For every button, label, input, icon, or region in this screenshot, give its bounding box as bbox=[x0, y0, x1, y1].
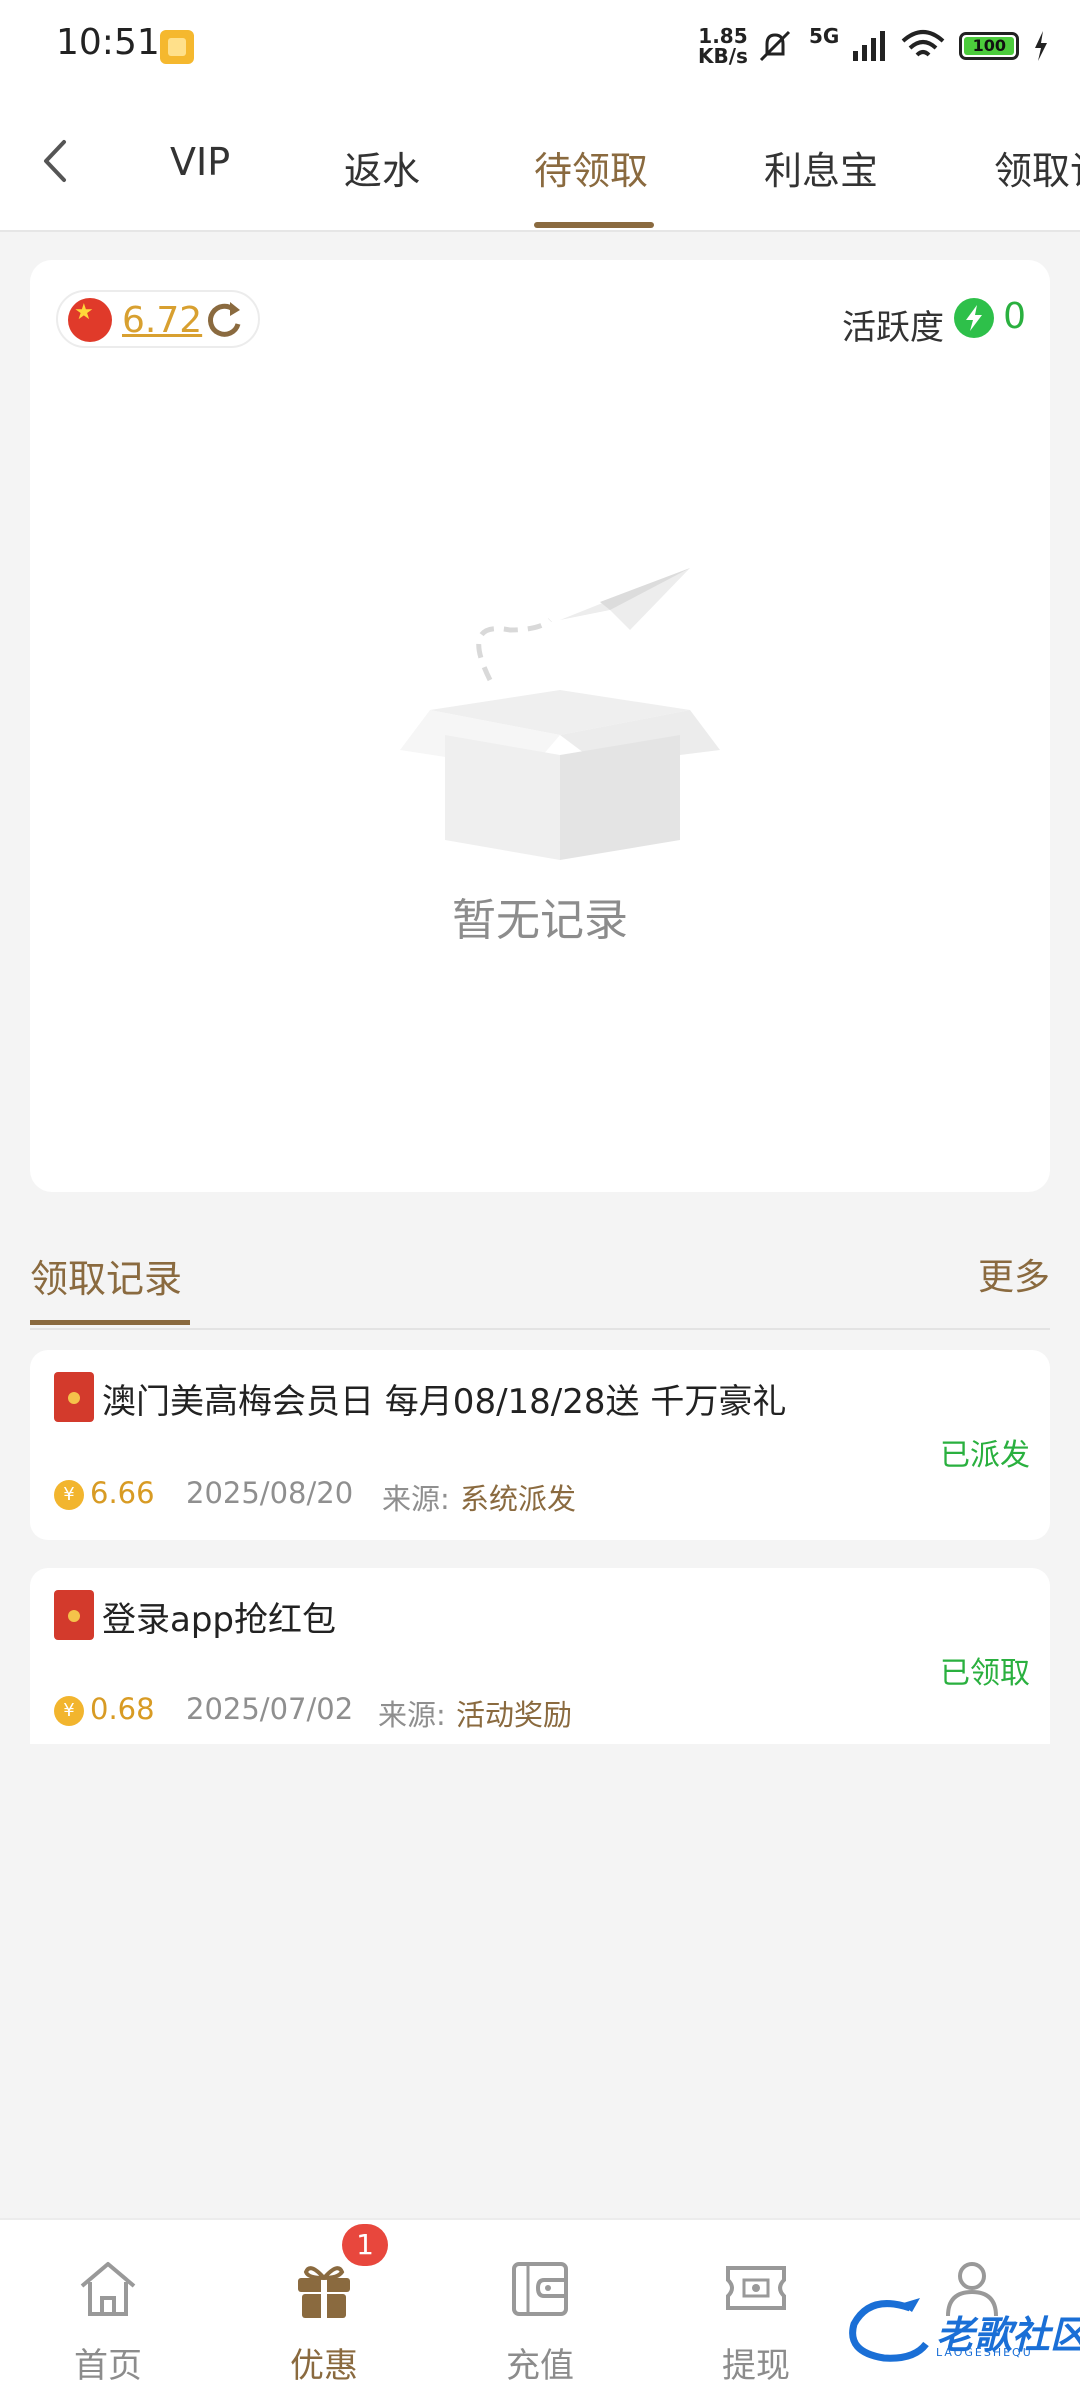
record-source: 活动奖励 bbox=[456, 1698, 573, 1732]
tab-pending[interactable]: 待领取 bbox=[534, 140, 648, 195]
nav-withdraw[interactable]: 提现 bbox=[648, 2220, 864, 2402]
record-source-label: 来源: bbox=[378, 1698, 446, 1732]
activity-label: 活跃度 bbox=[842, 308, 944, 348]
balance-pill[interactable]: 6.72 bbox=[56, 290, 260, 348]
refresh-icon[interactable] bbox=[202, 298, 246, 342]
china-flag-icon bbox=[68, 298, 112, 342]
home-icon bbox=[80, 2262, 136, 2316]
coin-icon: ¥ bbox=[54, 1696, 84, 1726]
pending-card: 6.72 活跃度 0 暂无记录 bbox=[30, 260, 1050, 1192]
active-tab-indicator bbox=[534, 222, 654, 228]
red-envelope-icon bbox=[54, 1590, 94, 1640]
record-title: 登录app抢红包 bbox=[102, 1600, 336, 1640]
tab-vip[interactable]: VIP bbox=[170, 140, 230, 184]
red-envelope-icon bbox=[54, 1372, 94, 1422]
battery-icon: 100 bbox=[959, 32, 1020, 60]
record-date: 2025/07/02 bbox=[186, 1692, 354, 1726]
wifi-icon bbox=[902, 30, 945, 57]
status-bar: 10:51 1.85 KB/s 5G 100 bbox=[0, 0, 1080, 96]
record-title: 澳门美高梅会员日 每月08/18/28送 千万豪礼 bbox=[102, 1382, 787, 1422]
records-title[interactable]: 领取记录 bbox=[30, 1248, 182, 1303]
gift-icon bbox=[298, 2266, 350, 2318]
coin-icon: ¥ bbox=[54, 1480, 84, 1510]
records-divider bbox=[30, 1328, 1050, 1330]
tab-claim-records[interactable]: 领取记录 bbox=[994, 140, 1080, 195]
record-item[interactable]: 登录app抢红包 已领取 ¥ 0.68 2025/07/02 来源: 活动奖励 bbox=[30, 1568, 1050, 1744]
record-date: 2025/08/20 bbox=[186, 1476, 354, 1510]
signal-icon bbox=[853, 31, 886, 61]
status-icons: 5G 100 bbox=[755, 24, 1049, 68]
record-status: 已领取 bbox=[940, 1656, 1030, 1691]
record-status: 已派发 bbox=[940, 1438, 1030, 1473]
record-source: 系统派发 bbox=[460, 1482, 577, 1516]
cash-icon bbox=[726, 2266, 786, 2310]
record-source-label: 来源: bbox=[382, 1482, 450, 1516]
tab-interest[interactable]: 利息宝 bbox=[764, 140, 878, 195]
status-time: 10:51 bbox=[56, 22, 160, 63]
wallet-icon bbox=[512, 2262, 568, 2316]
nav-promotions[interactable]: 1 优惠 bbox=[216, 2220, 432, 2402]
more-link[interactable]: 更多 bbox=[978, 1248, 1050, 1300]
nav-deposit[interactable]: 充值 bbox=[432, 2220, 648, 2402]
activity-value: 0 bbox=[1003, 296, 1026, 337]
record-amount: 6.66 bbox=[90, 1476, 155, 1510]
dragon-logo-icon bbox=[849, 2298, 929, 2362]
record-item[interactable]: 澳门美高梅会员日 每月08/18/28送 千万豪礼 已派发 ¥ 6.66 202… bbox=[30, 1350, 1050, 1540]
tab-rebate[interactable]: 返水 bbox=[344, 140, 420, 195]
top-tab-bar: VIP 返水 待领取 利息宝 领取记录 bbox=[0, 96, 1080, 232]
network-type-icon: 5G bbox=[809, 24, 840, 48]
watermark: 老歌社区 LAOGESHEQU bbox=[840, 2294, 1080, 2364]
mute-vibrate-icon bbox=[759, 30, 791, 62]
network-speed: 1.85 KB/s bbox=[698, 24, 748, 68]
record-amount: 0.68 bbox=[90, 1692, 155, 1726]
app-notification-icon bbox=[160, 30, 194, 64]
records-title-underline bbox=[30, 1320, 190, 1325]
charging-icon bbox=[1035, 31, 1048, 61]
nav-home[interactable]: 首页 bbox=[0, 2220, 216, 2402]
empty-state-text: 暂无记录 bbox=[452, 895, 628, 946]
empty-box-icon bbox=[400, 568, 720, 860]
back-arrow-icon[interactable] bbox=[34, 136, 78, 186]
notification-badge: 1 bbox=[342, 2224, 388, 2266]
lightning-icon bbox=[954, 298, 994, 338]
balance-value: 6.72 bbox=[122, 300, 203, 341]
